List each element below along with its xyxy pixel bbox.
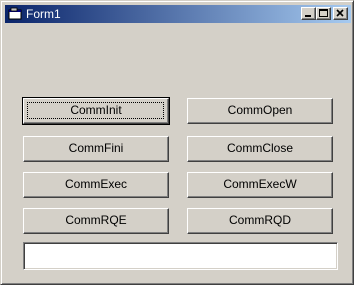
comm-execw-button[interactable]: CommExecW: [187, 172, 333, 198]
comm-exec-label: CommExec: [64, 177, 127, 191]
window-title: Form1: [26, 7, 61, 21]
close-icon: [336, 9, 344, 17]
minimize-button[interactable]: [301, 7, 316, 20]
comm-close-button[interactable]: CommClose: [187, 136, 333, 162]
maximize-button[interactable]: [316, 7, 331, 20]
form1-window: Form1 CommInit CommOpen CommFini CommClo…: [0, 0, 354, 285]
comm-rqe-button[interactable]: CommRQE: [23, 208, 169, 234]
comm-execw-label: CommExecW: [223, 177, 297, 191]
comm-open-button[interactable]: CommOpen: [187, 98, 333, 124]
comm-open-label: CommOpen: [227, 103, 293, 117]
comm-init-button[interactable]: CommInit: [22, 97, 170, 125]
comm-rqd-button[interactable]: CommRQD: [187, 208, 333, 234]
comm-fini-button[interactable]: CommFini: [23, 136, 169, 162]
close-button[interactable]: [333, 7, 348, 20]
comm-rqe-label: CommRQE: [65, 213, 127, 227]
comm-fini-label: CommFini: [68, 141, 124, 155]
comm-init-label: CommInit: [70, 103, 122, 117]
form-icon[interactable]: [8, 7, 22, 21]
title-bar[interactable]: Form1: [5, 5, 351, 23]
output-textbox[interactable]: [23, 242, 338, 270]
maximize-icon: [319, 9, 328, 17]
comm-rqd-label: CommRQD: [229, 213, 291, 227]
comm-exec-button[interactable]: CommExec: [23, 172, 169, 198]
comm-close-label: CommClose: [226, 141, 293, 155]
minimize-icon: [305, 15, 311, 17]
